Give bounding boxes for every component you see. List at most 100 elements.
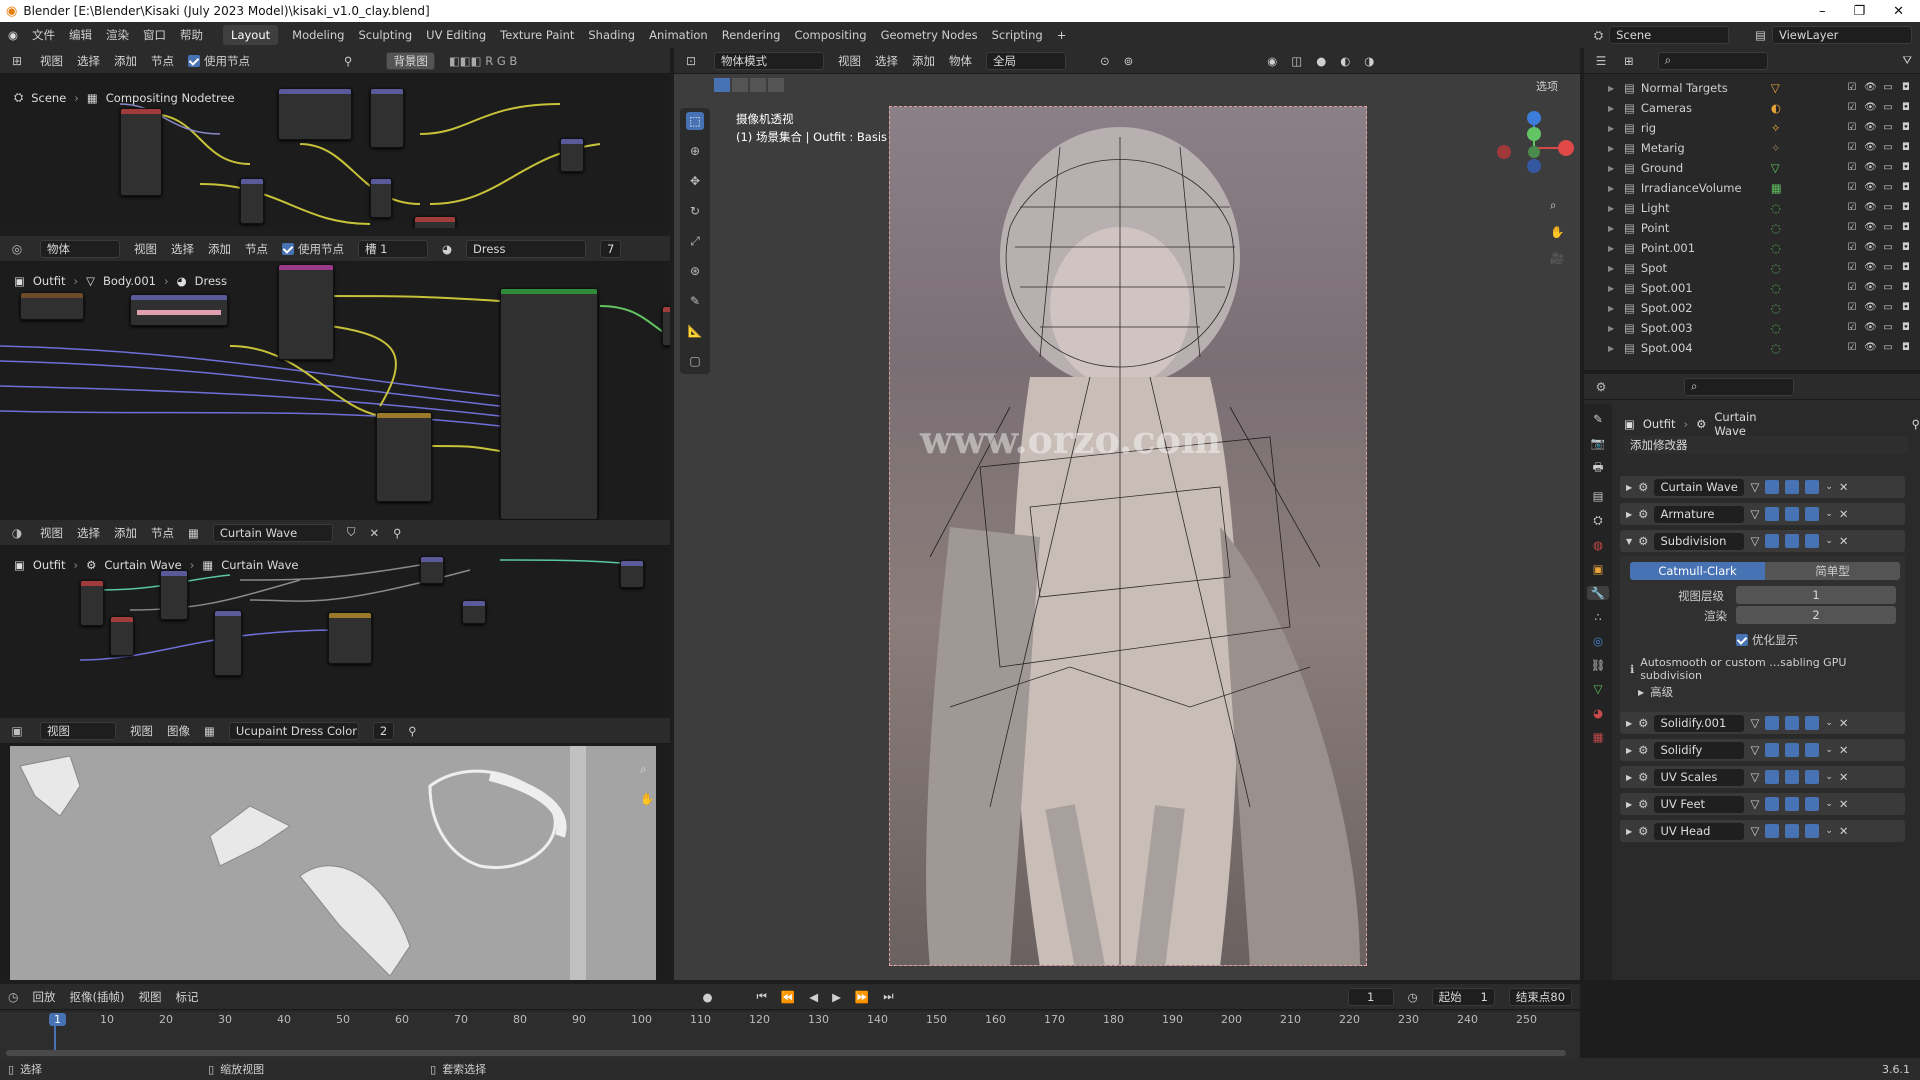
chevron-right-icon[interactable]: ▶ xyxy=(1608,184,1620,193)
chevron-right-icon[interactable]: ▶ xyxy=(1608,264,1620,273)
tab-scripting[interactable]: Scripting xyxy=(992,28,1043,42)
minimize-button[interactable]: – xyxy=(1819,4,1826,19)
chevron-right-icon[interactable]: ▶ xyxy=(1626,800,1632,809)
camera-icon[interactable]: ◘ xyxy=(1900,302,1912,314)
maximize-button[interactable]: ❐ xyxy=(1853,4,1865,19)
camera-icon[interactable]: ◘ xyxy=(1900,82,1912,94)
chevron-right-icon[interactable]: ▶ xyxy=(1608,84,1620,93)
node[interactable] xyxy=(662,306,670,346)
scene-selector[interactable]: Scene xyxy=(1609,26,1730,44)
end-frame-field[interactable]: 结束点 80 xyxy=(1508,987,1573,1006)
modifier-name-field[interactable]: UV Feet xyxy=(1654,795,1745,813)
monitor-icon[interactable]: ▭ xyxy=(1882,222,1894,234)
tab-uv-editing[interactable]: UV Editing xyxy=(426,28,486,42)
node[interactable] xyxy=(240,178,264,224)
render-toggle-icon[interactable] xyxy=(1805,716,1820,730)
properties-search-input[interactable]: ⌕ xyxy=(1684,377,1794,396)
move-tool-icon[interactable]: ✥ xyxy=(686,172,704,190)
monitor-icon[interactable]: ▭ xyxy=(1882,322,1894,334)
menu-add[interactable]: 添加 xyxy=(114,53,137,69)
compositor-editor[interactable]: ⊞ 视图 选择 添加 节点 使用节点 ⚲ 背景图 ◧◧◧ R G B ⛭ Sce… xyxy=(0,48,670,228)
chevron-right-icon[interactable]: ▶ xyxy=(1626,773,1632,782)
pan-hand-icon[interactable]: ✋ xyxy=(1550,225,1564,239)
constraints-tab-icon[interactable]: ⛓ xyxy=(1591,658,1606,672)
camera-icon[interactable]: ◘ xyxy=(1900,122,1912,134)
world-tab-icon[interactable]: ◍ xyxy=(1593,538,1603,552)
eye-icon[interactable]: 👁 xyxy=(1864,202,1877,214)
menu-node[interactable]: 节点 xyxy=(151,53,174,69)
view-layer-tab-icon[interactable]: ▤ xyxy=(1593,489,1604,503)
render-toggle-icon[interactable] xyxy=(1805,770,1820,784)
on-cage-icon[interactable]: ▽ xyxy=(1750,716,1759,730)
outliner-item[interactable]: ▶ ▤ Cameras ◐ ☑ 👁 ▭ ◘ xyxy=(1584,98,1920,118)
physics-tab-icon[interactable]: ◎ xyxy=(1593,634,1603,648)
eye-icon[interactable]: 👁 xyxy=(1864,102,1877,114)
outliner-item[interactable]: ▶ ▤ Spot.004 ◌ ☑ 👁 ▭ ◘ xyxy=(1584,338,1920,358)
on-cage-icon[interactable]: ▽ xyxy=(1750,534,1759,548)
camera-icon[interactable]: ◘ xyxy=(1900,342,1912,354)
tab-geometry-nodes[interactable]: Geometry Nodes xyxy=(881,28,978,42)
exclude-checkbox-icon[interactable]: ☑ xyxy=(1846,222,1858,234)
zoom-icon[interactable]: ⌕ xyxy=(640,762,646,777)
modifier-name-field[interactable]: Solidify xyxy=(1654,741,1745,759)
exclude-checkbox-icon[interactable]: ☑ xyxy=(1846,242,1858,254)
transform-orientation-selector[interactable]: 全局 xyxy=(986,51,1066,70)
node[interactable] xyxy=(214,610,242,676)
tab-shading[interactable]: Shading xyxy=(588,28,635,42)
node[interactable] xyxy=(278,88,352,140)
modifier-name-field[interactable]: Curtain Wave xyxy=(1654,478,1745,496)
menu-keying[interactable]: 抠像(插帧) xyxy=(69,989,124,1005)
chevron-down-icon[interactable]: ⌄ xyxy=(1825,745,1833,755)
monitor-icon[interactable]: ▭ xyxy=(1882,242,1894,254)
modifier-row[interactable]: ▶ ⚙ Armature ▽ ⌄ ✕ xyxy=(1620,503,1905,525)
on-cage-icon[interactable]: ▽ xyxy=(1750,824,1759,838)
chevron-right-icon[interactable]: ▶ xyxy=(1608,144,1620,153)
image-users[interactable]: 2 xyxy=(372,721,395,740)
viewport-toggle-icon[interactable] xyxy=(1785,770,1800,784)
tab-rendering[interactable]: Rendering xyxy=(722,28,781,42)
select-box-tool-icon[interactable]: ⬚ xyxy=(686,112,704,130)
camera-icon[interactable]: ◘ xyxy=(1900,242,1912,254)
image-canvas[interactable] xyxy=(10,746,656,980)
camera-icon[interactable]: ◘ xyxy=(1900,142,1912,154)
monitor-icon[interactable]: ▭ xyxy=(1882,122,1894,134)
chevron-down-icon[interactable]: ⌄ xyxy=(1825,509,1833,519)
eye-icon[interactable]: 👁 xyxy=(1864,322,1877,334)
menu-object[interactable]: 物体 xyxy=(949,53,972,69)
chevron-right-icon[interactable]: ▶ xyxy=(1608,224,1620,233)
modifier-row[interactable]: ▶ ⚙ UV Scales ▽ ⌄ ✕ xyxy=(1620,766,1905,788)
add-cube-tool-icon[interactable]: ▢ xyxy=(686,352,704,370)
prev-keyframe-icon[interactable]: ⏪ xyxy=(781,990,795,1004)
catmull-clark-tab[interactable]: Catmull-Clark xyxy=(1630,562,1765,580)
xray-icon[interactable]: ◫ xyxy=(1291,54,1302,68)
node[interactable] xyxy=(560,138,584,172)
modifier-row[interactable]: ▼ ⚙ Subdivision ▽ ⌄ ✕ xyxy=(1620,530,1905,552)
chevron-right-icon[interactable]: ▶ xyxy=(1608,284,1620,293)
chevron-down-icon[interactable]: ⌄ xyxy=(1825,482,1833,492)
chevron-right-icon[interactable]: ▶ xyxy=(1626,483,1632,492)
viewport-toggle-icon[interactable] xyxy=(1785,480,1800,494)
transform-tool-icon[interactable]: ⊛ xyxy=(686,262,704,280)
advanced-panel[interactable]: 高级 xyxy=(1650,684,1673,700)
menu-render[interactable]: 渲染 xyxy=(106,27,129,43)
outliner-item[interactable]: ▶ ▤ Spot.001 ◌ ☑ 👁 ▭ ◘ xyxy=(1584,278,1920,298)
node[interactable] xyxy=(328,612,372,664)
outliner-item[interactable]: ▶ ▤ Spot.002 ◌ ☑ 👁 ▭ ◘ xyxy=(1584,298,1920,318)
chevron-right-icon[interactable]: ▶ xyxy=(1608,244,1620,253)
add-modifier-dropdown[interactable]: 添加修改器 xyxy=(1624,436,1908,454)
node[interactable] xyxy=(462,600,486,624)
chevron-right-icon[interactable]: ▶ xyxy=(1608,304,1620,313)
shader-editor[interactable]: ◎ 物体 视图 选择 添加 节点 使用节点 槽 1 ◕ Dress 7 ▣ Ou… xyxy=(0,236,670,520)
node[interactable] xyxy=(414,216,456,228)
node[interactable] xyxy=(500,288,598,520)
jump-end-icon[interactable]: ⏭ xyxy=(883,989,893,1004)
chevron-right-icon[interactable]: ▶ xyxy=(1608,104,1620,113)
monitor-icon[interactable]: ▭ xyxy=(1882,302,1894,314)
data-tab-icon[interactable]: ▽ xyxy=(1594,682,1603,696)
monitor-icon[interactable]: ▭ xyxy=(1882,262,1894,274)
node[interactable] xyxy=(370,178,392,218)
measure-tool-icon[interactable]: 📐 xyxy=(686,322,704,340)
outliner-item[interactable]: ▶ ▤ Normal Targets ▽ ☑ 👁 ▭ ◘ xyxy=(1584,78,1920,98)
render-toggle-icon[interactable] xyxy=(1805,480,1820,494)
camera-icon[interactable]: ◘ xyxy=(1900,162,1912,174)
